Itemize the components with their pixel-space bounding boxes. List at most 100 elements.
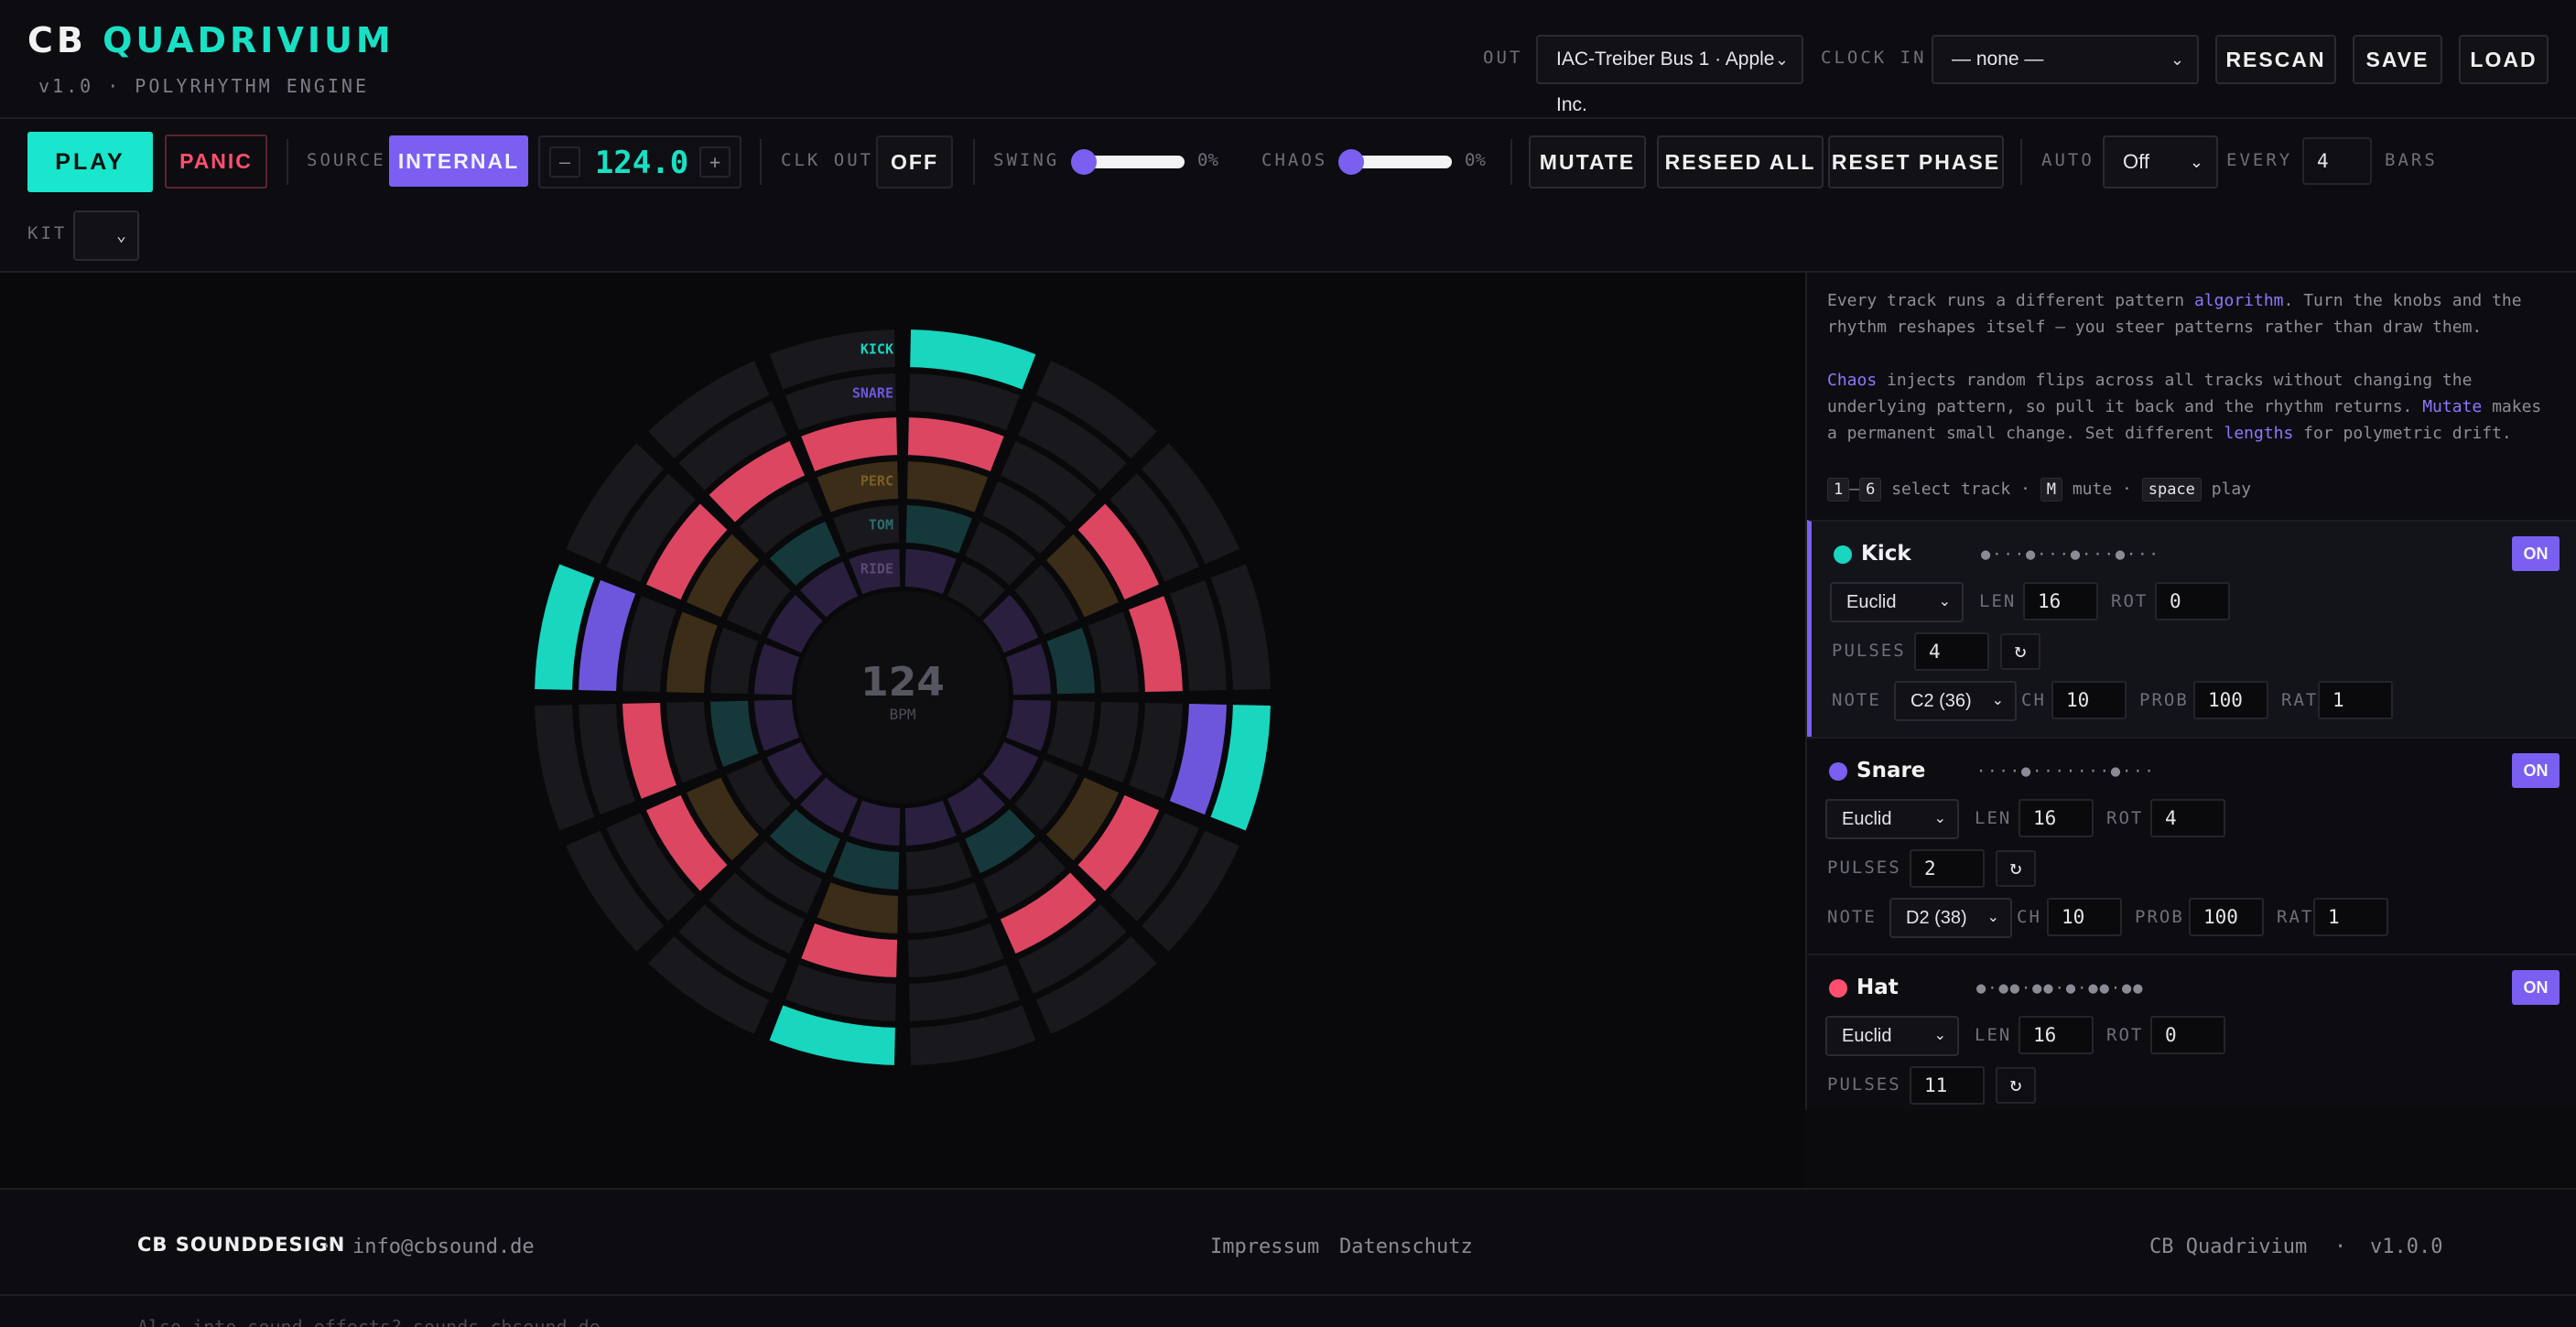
algorithm-value: Euclid <box>1846 592 1897 612</box>
midi-out-select[interactable]: IAC-Treiber Bus 1 · Apple Inc. ⌄ <box>1536 35 1803 115</box>
save-button[interactable]: SAVE <box>2353 35 2442 84</box>
key-6: 6 <box>1859 478 1882 502</box>
track-on-toggle[interactable]: ON <box>2512 753 2560 788</box>
channel-input[interactable]: 10 <box>2051 681 2127 719</box>
divider <box>760 139 762 185</box>
track-card-hat[interactable]: Hat ●·●●·●●·●·●●·●● ON Euclid ⌄ LEN 16 RO… <box>1807 954 2576 1110</box>
clock-in-select[interactable]: — none — ⌄ <box>1932 35 2199 84</box>
track-card-snare[interactable]: Snare ····●·······●··· ON Euclid ⌄ LEN 16… <box>1807 737 2576 954</box>
chaos-slider-handle[interactable] <box>1338 149 1364 175</box>
step-perc-7[interactable] <box>906 882 989 933</box>
step-perc-11[interactable] <box>666 701 718 783</box>
ch-label: CH <box>2017 907 2041 927</box>
rot-input[interactable]: 0 <box>2155 582 2230 620</box>
footer-version: v1.0.0 <box>2370 1235 2443 1258</box>
swing-slider[interactable] <box>1071 149 1185 175</box>
step-perc-12[interactable] <box>666 611 718 694</box>
bpm-decrement-button[interactable]: – <box>549 146 580 178</box>
randomize-icon[interactable]: ↻ <box>2000 633 2040 670</box>
transport-bar: PLAY PANIC SOURCE INTERNAL – 124.0 + CLK… <box>0 119 2576 273</box>
key-1: 1 <box>1827 478 1850 502</box>
step-perc-3[interactable] <box>1088 611 1139 694</box>
ratchet-input[interactable]: 1 <box>2318 681 2393 719</box>
step-tom-8[interactable] <box>833 841 900 890</box>
ring-label-snare: SNARE <box>852 385 893 402</box>
mutate-button[interactable]: MUTATE <box>1529 135 1646 189</box>
randomize-icon[interactable]: ↻ <box>1996 1067 2036 1104</box>
key-m: M <box>2040 478 2062 502</box>
step-perc-4[interactable] <box>1088 701 1139 783</box>
randomize-icon[interactable]: ↻ <box>1996 850 2036 887</box>
step-tom-11[interactable] <box>710 700 759 767</box>
bpm-stepper: – 124.0 + <box>538 135 741 189</box>
track-on-toggle[interactable]: ON <box>2512 970 2560 1005</box>
key-range-dash: – <box>1849 480 1860 499</box>
clock-in-value: — none — <box>1952 49 2044 70</box>
shortcut-play: play <box>2211 480 2252 499</box>
step-perc-8[interactable] <box>817 882 899 933</box>
note-label: NOTE <box>1827 907 1877 927</box>
step-ride-3[interactable] <box>1005 643 1051 696</box>
footer-impressum-link[interactable]: Impressum <box>1210 1235 1319 1258</box>
step-ride-11[interactable] <box>754 699 800 751</box>
footer-email-link[interactable]: info@cbsound.de <box>352 1235 535 1258</box>
auto-select[interactable]: Off ⌄ <box>2103 135 2218 189</box>
channel-input[interactable]: 10 <box>2047 898 2122 936</box>
step-tom-12[interactable] <box>710 628 759 695</box>
track-color-dot <box>1834 545 1852 564</box>
source-internal-button[interactable]: INTERNAL <box>389 135 528 187</box>
len-input[interactable]: 16 <box>2019 1016 2094 1054</box>
step-tom-3[interactable] <box>1046 628 1095 695</box>
step-tom-7[interactable] <box>905 841 972 890</box>
divider <box>1510 139 1512 185</box>
track-color-dot <box>1829 762 1847 781</box>
step-tom-4[interactable] <box>1046 700 1095 767</box>
step-ride-8[interactable] <box>849 800 901 846</box>
len-input[interactable]: 16 <box>2019 799 2094 837</box>
chaos-slider[interactable] <box>1338 149 1452 175</box>
pulses-label: PULSES <box>1827 1074 1901 1095</box>
step-ride-0[interactable] <box>904 549 957 595</box>
algorithm-select[interactable]: Euclid ⌄ <box>1830 582 1964 622</box>
load-button[interactable]: LOAD <box>2459 35 2549 84</box>
probability-input[interactable]: 100 <box>2189 898 2264 936</box>
step-ride-12[interactable] <box>754 643 800 696</box>
step-ride-4[interactable] <box>1005 699 1051 751</box>
pulses-input[interactable]: 2 <box>1910 849 1985 888</box>
step-ride-7[interactable] <box>904 800 957 846</box>
rescan-button[interactable]: RESCAN <box>2215 35 2336 84</box>
rot-input[interactable]: 4 <box>2150 799 2225 837</box>
bpm-increment-button[interactable]: + <box>699 146 731 178</box>
reset-phase-button[interactable]: RESET PHASE <box>1828 135 2004 189</box>
rot-input[interactable]: 0 <box>2150 1016 2225 1054</box>
every-bars-input[interactable]: 4 <box>2302 137 2372 185</box>
panic-button[interactable]: PANIC <box>165 135 267 189</box>
help-paragraph-2: Chaos injects random flips across all tr… <box>1827 367 2560 447</box>
chevron-down-icon: ⌄ <box>1933 1028 1946 1043</box>
note-select[interactable]: C2 (36) ⌄ <box>1894 681 2017 721</box>
pulses-input[interactable]: 11 <box>1910 1066 1985 1105</box>
footer-datenschutz-link[interactable]: Datenschutz <box>1339 1235 1473 1258</box>
play-button[interactable]: PLAY <box>27 132 153 192</box>
track-on-toggle[interactable]: ON <box>2512 536 2560 571</box>
kit-select[interactable]: ⌄ <box>73 210 139 261</box>
pulses-label: PULSES <box>1832 641 1906 661</box>
step-perc-0[interactable] <box>906 461 989 512</box>
swing-slider-handle[interactable] <box>1071 149 1097 175</box>
algorithm-select[interactable]: Euclid ⌄ <box>1825 799 1959 839</box>
clk-out-toggle[interactable]: OFF <box>876 135 953 189</box>
len-label: LEN <box>1975 808 2012 828</box>
ratchet-input[interactable]: 1 <box>2313 898 2388 936</box>
len-input[interactable]: 16 <box>2023 582 2098 620</box>
step-tom-0[interactable] <box>905 505 972 554</box>
kit-label: KIT <box>27 223 68 243</box>
polyrhythm-wheel[interactable]: KICK SNARE HAT PERC TOM RIDE 124 BPM <box>522 317 1283 1078</box>
pulses-input[interactable]: 4 <box>1914 632 1989 671</box>
rat-label: RAT <box>2277 907 2314 927</box>
probability-input[interactable]: 100 <box>2193 681 2268 719</box>
bpm-value[interactable]: 124.0 <box>591 141 692 185</box>
algorithm-select[interactable]: Euclid ⌄ <box>1825 1016 1959 1056</box>
note-select[interactable]: D2 (38) ⌄ <box>1889 898 2012 938</box>
reseed-all-button[interactable]: RESEED ALL <box>1657 135 1824 189</box>
track-card-kick[interactable]: Kick ●···●···●···●··· ON Euclid ⌄ LEN 16 … <box>1807 520 2576 737</box>
